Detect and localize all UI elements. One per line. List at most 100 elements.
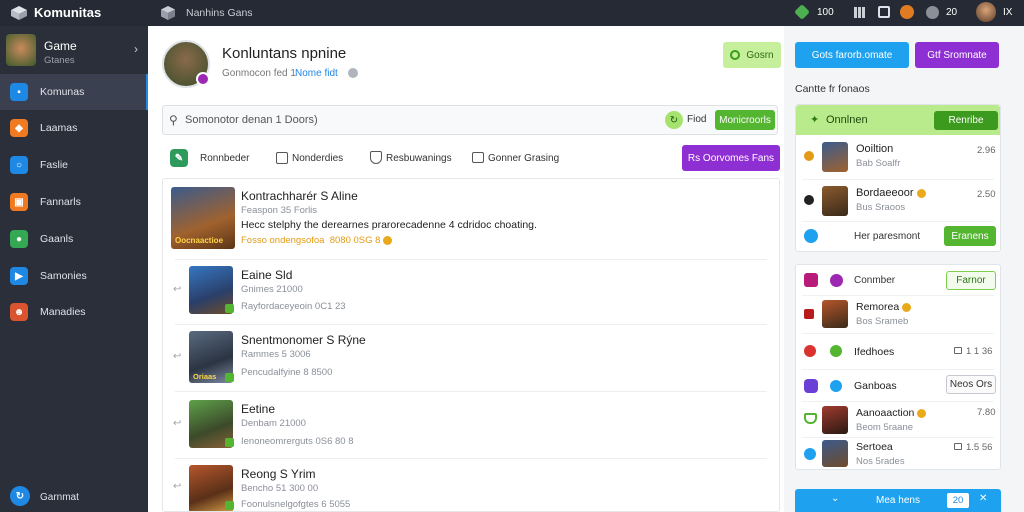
online-card-button[interactable]: Renribe [934,111,998,130]
top-bar: Komunitas Nanhins Gans 100 20 IX [0,0,1024,26]
feed-subtitle: Gnimes 21000 [241,284,303,295]
breadcrumb[interactable]: Nanhins Gans [186,7,253,19]
feed-title: Eaine Sld [241,268,293,282]
online-badge-icon [225,438,234,447]
member-row[interactable]: Ifedhoes 1 1 36 [796,335,1002,369]
members-card: Conmber Farnor Remorea Bos Srameb Ifedho… [795,264,1001,470]
app-logo-icon [10,5,28,21]
sidebar-item-faslie[interactable]: ○ Faslie [0,147,148,183]
reply-icon: ↩ [173,284,182,295]
blue-action-button[interactable]: Gots farorb.omate [795,42,909,68]
online-badge-icon [225,373,234,382]
feed-item[interactable]: ↩ Eetine Denbam 21000 Ienoneomrerguts 0S… [163,392,779,458]
feed-item[interactable]: ↩ Oriaas Snentmonomer S Rýne Rammes 5 30… [163,325,779,391]
sidebar-footer[interactable]: ↻ Garnmat [0,482,148,512]
user-avatar[interactable] [976,2,996,22]
status-button[interactable]: Gosrn [723,42,781,68]
sword-icon [804,309,814,319]
info-icon[interactable] [348,68,358,78]
friend-row[interactable]: Ooiltion Bab Soalfr 2.96 [796,137,1002,177]
coin-icon [916,188,926,198]
feed-item[interactable]: ↩ Eaine Sld Gnimes 21000 Rayfordaceyeoin… [163,260,779,324]
online-card-footer: Her paresmont Eranens [796,223,1002,251]
reply-icon: ↩ [173,418,182,429]
sidebar-item-manadies[interactable]: ☻ Manadies [0,294,148,330]
refresh-icon[interactable]: ↻ [665,111,683,129]
chat-icon: ▪ [10,83,28,101]
gift-icon: ▣ [10,193,28,211]
game-icon [804,273,818,287]
chevron-right-icon: › [134,42,138,56]
friend-name: Ooiltion [856,143,894,155]
profile-meta: Gonmocon fed 1 [222,68,296,79]
search-icon: ○ [10,156,28,174]
member-name: Ganboas [854,380,897,392]
member-row[interactable]: Sertoea Nos 5rades 1.5 56 [796,439,1002,469]
sidebar-item-gaanls[interactable]: ● Gaanls [0,221,148,257]
profile-name: Konluntans npnine [222,45,347,62]
reward-icon[interactable] [900,5,914,19]
search-input[interactable]: Somonotor denan 1 Doors) [185,114,318,126]
sidebar-item-komunas[interactable]: ▪ Komunas [0,74,148,110]
tab-action-button[interactable]: Rs Oorvomes Fans [682,145,780,171]
thumbnail-caption: Oriaas [193,372,217,381]
sidebar-item-samonies[interactable]: ▶ Samonies [0,258,148,294]
friend-sub: Bus Sraoos [856,202,906,213]
footer-icon: ↻ [10,486,30,506]
feed-item[interactable]: ↩ Reong S Yrim Bencho 51 300 00 Foonulsn… [163,459,779,511]
tab-ronnbeder[interactable]: ✎ Ronnbeder [170,148,270,170]
member-row[interactable]: Ganboas Neos Ors [796,371,1002,401]
flame-icon [804,345,816,357]
notification-icon[interactable] [878,6,890,18]
friend-avatar [822,142,848,172]
coin-icon [902,302,912,312]
hero-icon: ☻ [10,303,28,321]
bottom-action-button[interactable]: ⌄ Mea hens 20 ✕ [795,489,1001,512]
tab-gonner-grasing[interactable]: Gonner Grasing [472,148,568,170]
clock-icon[interactable] [926,6,939,19]
member-name: Remorea [856,301,912,313]
game-switcher[interactable]: Game Gtanes › [0,30,148,72]
divider [802,221,994,222]
close-icon: ✕ [979,493,988,504]
sidebar-item-fannarls[interactable]: ▣ Fannarls [0,184,148,220]
friend-row[interactable]: Bordaeeoor Bus Sraoos 2.50 [796,181,1002,221]
feed-thumbnail: Oocnaactioe [171,187,235,249]
friend-sub: Bab Soalfr [856,158,901,169]
feed-item[interactable]: Oocnaactioe Kontrachharér S Aline Feaspo… [163,179,779,259]
member-action-button[interactable]: Neos Ors [946,375,996,394]
search-bar[interactable]: ⚲ Somonotor denan 1 Doors) ↻ Fiod Monicr… [162,105,778,135]
online-badge-icon [225,304,234,313]
profile-link[interactable]: Nome fidt [295,68,338,79]
feed-subtitle: Denbam 21000 [241,418,306,429]
members-card-button[interactable]: Farnor [946,271,996,290]
search-toggle-label: Fiod [687,114,707,125]
chat-icon [954,347,962,354]
online-card-title: Onnlnen [826,114,868,126]
count-badge: 20 [947,493,969,508]
search-icon: ⚲ [169,113,178,127]
leaf-icon [804,229,818,243]
member-name: Aanoaaction [856,407,927,419]
tab-resbuwanings[interactable]: Resbuwanings [370,148,466,170]
footer-label: Her paresmont [854,231,921,242]
member-row[interactable]: Aanoaaction Beom 5raane 7.80 [796,403,1002,437]
member-icon [830,380,842,392]
member-name: Ifedhoes [854,346,895,358]
gem-icon[interactable] [794,4,810,20]
search-submit-button[interactable]: Monicroorls [715,110,775,130]
online-badge-icon [225,501,234,510]
feed-subtitle: Rammes 5 3006 [241,349,311,360]
footer-button[interactable]: Eranens [944,226,996,246]
verified-badge-icon [196,72,210,86]
members-card-header: Conmber Farnor [796,265,1000,295]
sidebar-item-laamas[interactable]: ◆ Laamas [0,110,148,146]
online-card: ✦ Onnlnen Renribe Ooiltion Bab Soalfr 2.… [795,104,1001,252]
member-row[interactable]: Remorea Bos Srameb [796,297,1002,333]
status-icon [804,151,814,161]
tab-nonderdies[interactable]: Nonderdies [276,148,366,170]
grid-icon[interactable] [854,7,865,18]
shield-icon [370,151,382,164]
status-button-label: Gosrn [746,49,774,61]
purple-action-button[interactable]: Gtf Sromnate [915,42,999,68]
